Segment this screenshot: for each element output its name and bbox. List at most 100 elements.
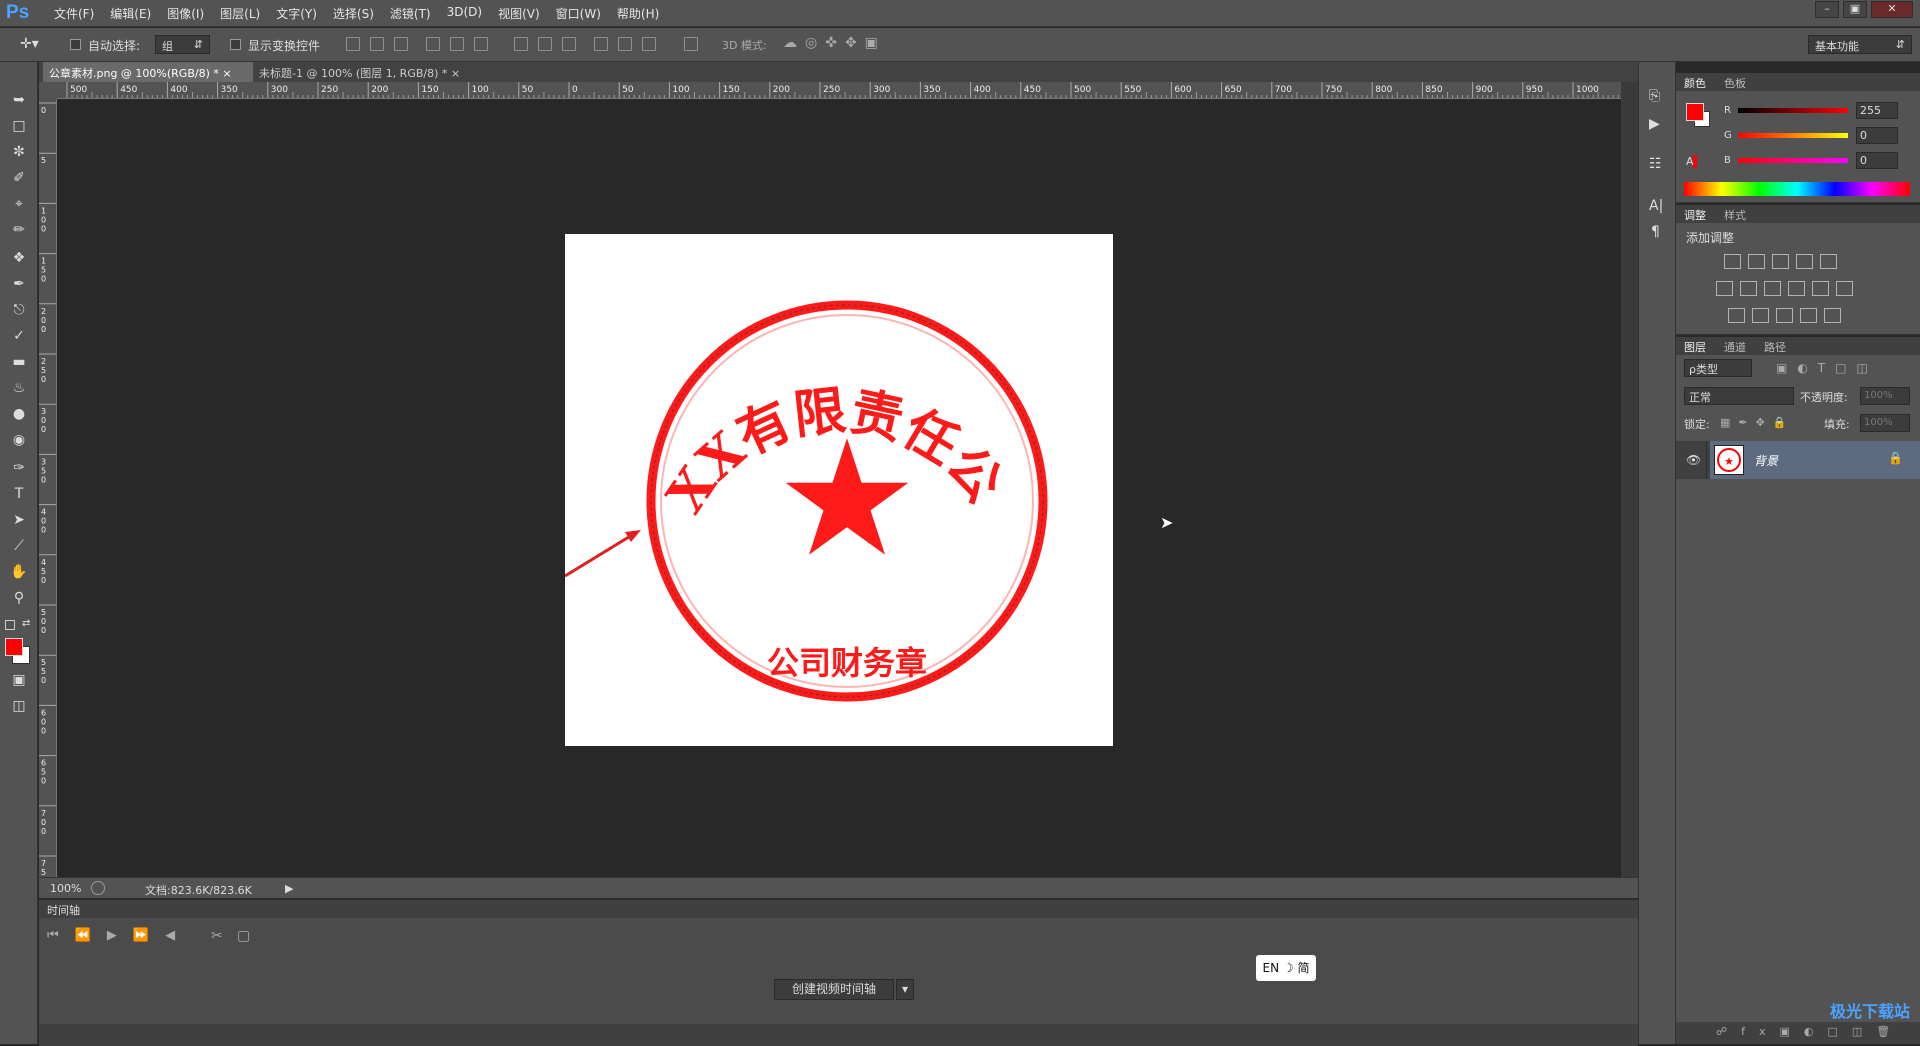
- healing-brush-tool-icon[interactable]: ❖: [9, 248, 29, 268]
- eraser-tool-icon[interactable]: ▬: [9, 352, 29, 372]
- align-hcenter-icon[interactable]: [450, 37, 464, 51]
- close-button[interactable]: ✕: [1871, 1, 1913, 18]
- properties-panel-icon[interactable]: ☷: [1649, 156, 1662, 172]
- blur-tool-icon[interactable]: ●: [9, 404, 29, 424]
- zoom-level[interactable]: 100%: [50, 882, 81, 895]
- auto-align-icon[interactable]: [684, 37, 698, 51]
- stamp-tool-icon[interactable]: ⎋: [9, 300, 29, 320]
- quick-select-tool-icon[interactable]: ✐: [9, 168, 29, 188]
- status-icon[interactable]: [91, 881, 105, 895]
- layer-row-background[interactable]: 👁 ★ 背景 🔒: [1676, 441, 1920, 479]
- brightness-icon[interactable]: [1724, 254, 1741, 269]
- move-tool-icon[interactable]: ➥: [9, 90, 29, 110]
- tab-close-icon[interactable]: ×: [451, 67, 460, 80]
- timeline-controls[interactable]: ⏮⏪▶⏩◀: [47, 928, 191, 943]
- distribute-left-icon[interactable]: [594, 37, 608, 51]
- align-left-icon[interactable]: [426, 37, 440, 51]
- paragraph-panel-icon[interactable]: ¶: [1651, 224, 1660, 240]
- menu-help[interactable]: 帮助(H): [609, 5, 667, 22]
- menu-window[interactable]: 窗口(W): [548, 5, 609, 22]
- color-fg-swatch[interactable]: [1686, 103, 1704, 121]
- seal-image[interactable]: XXX有限责任公司 ★ 公司财务章: [539, 186, 1113, 746]
- menu-image[interactable]: 图像(I): [159, 5, 212, 22]
- paint-bucket-tool-icon[interactable]: ♨: [9, 378, 29, 398]
- r-value-field[interactable]: 255: [1856, 102, 1898, 119]
- selective-color-icon[interactable]: [1800, 308, 1817, 323]
- crop-tool-icon[interactable]: ⌖: [9, 194, 29, 214]
- photo-filter-icon[interactable]: [1788, 281, 1805, 296]
- menu-filter[interactable]: 滤镜(T): [382, 5, 439, 22]
- align-top-icon[interactable]: [346, 37, 360, 51]
- gradient-map-icon[interactable]: [1824, 308, 1841, 323]
- tab-paths[interactable]: 路径: [1764, 339, 1786, 355]
- tab-document-2[interactable]: 未标题-1 @ 100% (图层 1, RGB/8) * ×: [253, 62, 477, 82]
- lasso-tool-icon[interactable]: ✼: [9, 142, 29, 162]
- opacity-field[interactable]: 100%: [1860, 387, 1910, 405]
- document-canvas[interactable]: XXX有限责任公司 ★ 公司财务章: [539, 186, 1113, 746]
- move-tool-preset-icon[interactable]: ✛▾: [20, 36, 39, 52]
- ime-indicator[interactable]: EN ☽ 简: [1256, 955, 1316, 981]
- auto-select-dropdown[interactable]: 组 ⇵: [155, 35, 210, 54]
- split-icon[interactable]: ✂: [211, 928, 223, 944]
- r-slider[interactable]: [1738, 108, 1848, 113]
- distribute-hcenter-icon[interactable]: [618, 37, 632, 51]
- dodge-tool-icon[interactable]: ◉: [9, 430, 29, 450]
- curves-icon[interactable]: [1772, 254, 1789, 269]
- create-video-timeline-button[interactable]: 创建视频时间轴: [774, 979, 894, 1000]
- distribute-top-icon[interactable]: [514, 37, 528, 51]
- tab-color[interactable]: 颜色: [1684, 75, 1706, 91]
- lock-icons[interactable]: ▦✒✥🔒: [1720, 416, 1795, 429]
- hue-saturation-icon[interactable]: [1716, 281, 1733, 296]
- distribute-right-icon[interactable]: [642, 37, 656, 51]
- channel-mixer-icon[interactable]: [1812, 281, 1829, 296]
- foreground-color-swatch[interactable]: [5, 638, 23, 656]
- menu-select[interactable]: 选择(S): [325, 5, 382, 22]
- 3d-mode-icons[interactable]: ☁◎✜✥▣: [783, 35, 886, 51]
- show-transform-checkbox[interactable]: [230, 39, 241, 50]
- threshold-icon[interactable]: [1776, 308, 1793, 323]
- canvas-area[interactable]: XXX有限责任公司 ★ 公司财务章 ➤: [57, 99, 1621, 877]
- tab-adjustments[interactable]: 调整: [1684, 207, 1706, 223]
- b-value-field[interactable]: 0: [1856, 152, 1898, 169]
- menu-file[interactable]: 文件(F): [46, 5, 102, 22]
- black-white-icon[interactable]: [1764, 281, 1781, 296]
- history-panel-icon[interactable]: ⎘: [1649, 88, 1660, 104]
- brush-tool-icon[interactable]: ✒: [9, 274, 29, 294]
- levels-icon[interactable]: [1748, 254, 1765, 269]
- tab-channels[interactable]: 通道: [1724, 339, 1746, 355]
- status-menu-arrow-icon[interactable]: ▶: [285, 882, 293, 895]
- menu-layer[interactable]: 图层(L): [212, 5, 268, 22]
- color-spectrum[interactable]: [1684, 182, 1910, 196]
- auto-select-checkbox[interactable]: [70, 39, 81, 50]
- pen-tool-icon[interactable]: ✑: [9, 458, 29, 478]
- transition-icon[interactable]: ▢: [237, 928, 250, 944]
- visibility-eye-icon[interactable]: 👁: [1686, 453, 1701, 467]
- screen-mode-icon[interactable]: ◫: [9, 696, 29, 716]
- tab-document-1[interactable]: 公章素材.png @ 100%(RGB/8) * ×: [43, 62, 253, 82]
- line-tool-icon[interactable]: ⟋: [9, 536, 29, 556]
- tab-styles[interactable]: 样式: [1724, 207, 1746, 223]
- default-colors-icon[interactable]: [5, 620, 15, 630]
- posterize-icon[interactable]: [1752, 308, 1769, 323]
- path-select-tool-icon[interactable]: ➤: [9, 510, 29, 530]
- eyedropper-tool-icon[interactable]: ✏: [9, 220, 29, 240]
- menu-edit[interactable]: 编辑(E): [102, 5, 159, 22]
- history-brush-tool-icon[interactable]: ✓: [9, 326, 29, 346]
- color-lookup-icon[interactable]: [1836, 281, 1853, 296]
- exposure-icon[interactable]: [1796, 254, 1813, 269]
- layer-filter-dropdown[interactable]: ρ类型: [1684, 359, 1752, 377]
- zoom-tool-icon[interactable]: ⚲: [9, 588, 29, 608]
- menu-3d[interactable]: 3D(D): [439, 5, 490, 22]
- align-right-icon[interactable]: [474, 37, 488, 51]
- vibrance-icon[interactable]: [1820, 254, 1837, 269]
- minimize-button[interactable]: –: [1815, 1, 1839, 18]
- swap-colors-icon[interactable]: ⇄: [22, 618, 30, 629]
- align-vcenter-icon[interactable]: [370, 37, 384, 51]
- tab-layers[interactable]: 图层: [1684, 339, 1706, 355]
- restore-button[interactable]: ▣: [1843, 1, 1867, 18]
- fill-field[interactable]: 100%: [1860, 414, 1910, 432]
- vertical-scrollbar[interactable]: [1621, 82, 1638, 877]
- tab-swatches[interactable]: 色板: [1724, 75, 1746, 91]
- workspace-dropdown[interactable]: 基本功能 ⇵: [1808, 35, 1912, 54]
- hand-tool-icon[interactable]: ✋: [9, 562, 29, 582]
